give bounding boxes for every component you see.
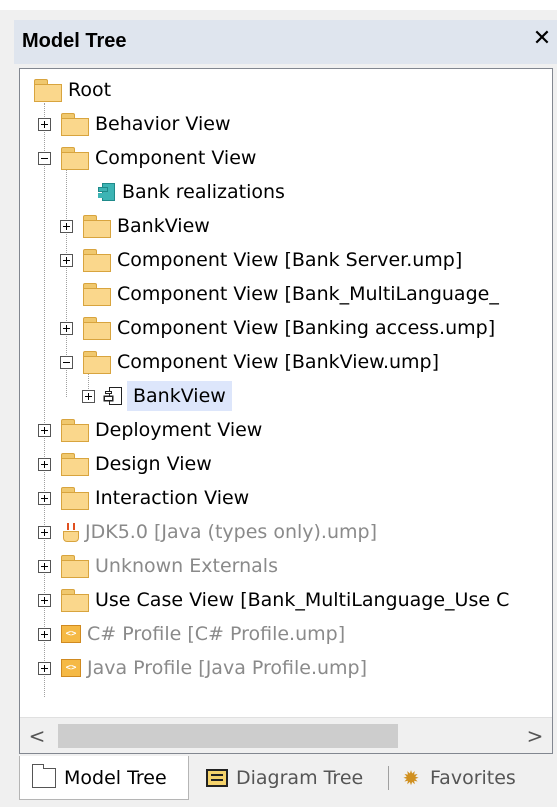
tree-item[interactable]: Deployment View bbox=[38, 415, 262, 445]
tree-item-label: BankView bbox=[127, 381, 232, 411]
profile-icon: <> bbox=[61, 659, 81, 677]
tree-panel: Root Behavior View Component View Bank r… bbox=[19, 68, 553, 754]
tree-item-label: Component View bbox=[95, 147, 257, 169]
horizontal-scrollbar[interactable]: < > bbox=[20, 717, 552, 753]
tree-item-label: Component View [Banking access.ump] bbox=[117, 317, 496, 339]
bottom-tab-bar: Model Tree Diagram Tree ✹ Favorites bbox=[0, 756, 557, 807]
tree-item[interactable]: Bank realizations bbox=[98, 177, 285, 207]
expand-icon[interactable] bbox=[38, 627, 51, 641]
tree-item-label: Unknown Externals bbox=[95, 555, 278, 577]
tree-item[interactable]: <> Java Profile [Java Profile.ump] bbox=[38, 653, 367, 683]
expand-icon[interactable] bbox=[38, 457, 51, 471]
java-icon bbox=[61, 522, 81, 542]
close-icon[interactable]: ✕ bbox=[531, 26, 553, 52]
tree-item-label: BankView bbox=[117, 215, 210, 237]
tree-item[interactable]: Component View [Banking access.ump] bbox=[60, 313, 495, 343]
tree-item-selected[interactable]: BankView bbox=[82, 381, 232, 411]
collapse-icon[interactable] bbox=[60, 355, 73, 369]
tree-item-label: Design View bbox=[95, 453, 212, 475]
expand-icon[interactable] bbox=[38, 491, 51, 505]
tree-item[interactable]: Use Case View [Bank_MultiLanguage_Use C bbox=[38, 585, 509, 615]
folder-icon bbox=[83, 317, 111, 340]
tree-item-label: Behavior View bbox=[95, 113, 231, 135]
title-bar: Model Tree ✕ bbox=[14, 20, 557, 64]
tab-label: Favorites bbox=[430, 767, 516, 789]
scroll-right-icon[interactable]: > bbox=[518, 718, 552, 753]
expand-icon[interactable] bbox=[82, 389, 95, 403]
tree-item[interactable]: Interaction View bbox=[38, 483, 249, 513]
tab-separator bbox=[388, 766, 389, 790]
window-top-strip bbox=[0, 0, 557, 10]
expand-icon[interactable] bbox=[38, 117, 51, 131]
tree-item[interactable]: Component View [BankView.ump] bbox=[60, 347, 439, 377]
expand-icon[interactable] bbox=[38, 593, 51, 607]
tree-item[interactable]: JDK5.0 [Java (types only).ump] bbox=[38, 517, 377, 547]
tab-label: Model Tree bbox=[64, 766, 167, 789]
collapse-icon[interactable] bbox=[38, 151, 51, 165]
expand-icon[interactable] bbox=[60, 321, 73, 335]
tree-item[interactable]: Unknown Externals bbox=[38, 551, 278, 581]
window-title: Model Tree bbox=[22, 30, 127, 52]
tree-item[interactable]: BankView bbox=[60, 211, 210, 241]
tree-item-label: Use Case View [Bank_MultiLanguage_Use C bbox=[95, 589, 510, 611]
tree-item-label: Java Profile [Java Profile.ump] bbox=[87, 657, 368, 679]
folder-icon bbox=[83, 351, 111, 374]
folder-icon bbox=[61, 555, 89, 578]
expand-icon[interactable] bbox=[38, 559, 51, 573]
folder-icon bbox=[61, 453, 89, 476]
diagram-icon bbox=[206, 769, 228, 787]
folder-icon bbox=[31, 763, 56, 788]
scroll-left-icon[interactable]: < bbox=[20, 718, 54, 753]
tree-item-label: Component View [BankView.ump] bbox=[117, 351, 440, 373]
component-outline-icon bbox=[105, 386, 123, 406]
expand-icon[interactable] bbox=[60, 219, 73, 233]
tab-favorites[interactable]: ✹ Favorites bbox=[400, 756, 516, 800]
tree-item[interactable]: Behavior View bbox=[38, 109, 231, 139]
folder-icon bbox=[61, 147, 89, 170]
scrollbar-thumb[interactable] bbox=[58, 724, 398, 748]
folder-icon bbox=[61, 419, 89, 442]
folder-icon bbox=[83, 249, 111, 272]
tree-item[interactable]: <> C# Profile [C# Profile.ump] bbox=[38, 619, 345, 649]
model-tree-window: Model Tree ✕ Root Behavior View Componen… bbox=[0, 0, 557, 807]
tab-label: Diagram Tree bbox=[236, 767, 364, 789]
tree-item-label: JDK5.0 [Java (types only).ump] bbox=[85, 521, 377, 543]
profile-icon: <> bbox=[61, 625, 81, 643]
folder-icon bbox=[34, 79, 62, 102]
tree-item-root[interactable]: Root bbox=[34, 75, 111, 105]
tab-diagram-tree[interactable]: Diagram Tree bbox=[206, 756, 363, 800]
tree-item[interactable]: Component View [Bank Server.ump] bbox=[60, 245, 462, 275]
folder-icon bbox=[61, 487, 89, 510]
tree-item-label: Interaction View bbox=[95, 487, 250, 509]
expand-icon[interactable] bbox=[38, 525, 51, 539]
folder-icon bbox=[61, 589, 89, 612]
folder-icon bbox=[83, 215, 111, 238]
expand-icon[interactable] bbox=[38, 423, 51, 437]
tree-item-label: Root bbox=[68, 79, 112, 101]
tree-item-label: Component View [Bank Server.ump] bbox=[117, 249, 463, 271]
tab-model-tree[interactable]: Model Tree bbox=[19, 756, 189, 800]
tree-item-label: Component View [Bank_MultiLanguage_ bbox=[117, 283, 499, 305]
tree-item[interactable]: Design View bbox=[38, 449, 212, 479]
folder-icon bbox=[61, 113, 89, 136]
tree-item-label: Deployment View bbox=[95, 419, 263, 441]
expand-icon[interactable] bbox=[60, 253, 73, 267]
expand-icon[interactable] bbox=[38, 661, 51, 675]
model-tree[interactable]: Root Behavior View Component View Bank r… bbox=[20, 69, 552, 717]
tree-item-label: Bank realizations bbox=[122, 181, 285, 203]
component-icon bbox=[98, 182, 116, 202]
tree-item[interactable]: Component View [Bank_MultiLanguage_ bbox=[83, 279, 499, 309]
tree-item[interactable]: Component View bbox=[38, 143, 256, 173]
tree-item-label: C# Profile [C# Profile.ump] bbox=[87, 623, 346, 645]
folder-icon bbox=[83, 283, 111, 306]
favorites-icon: ✹ bbox=[402, 766, 420, 790]
